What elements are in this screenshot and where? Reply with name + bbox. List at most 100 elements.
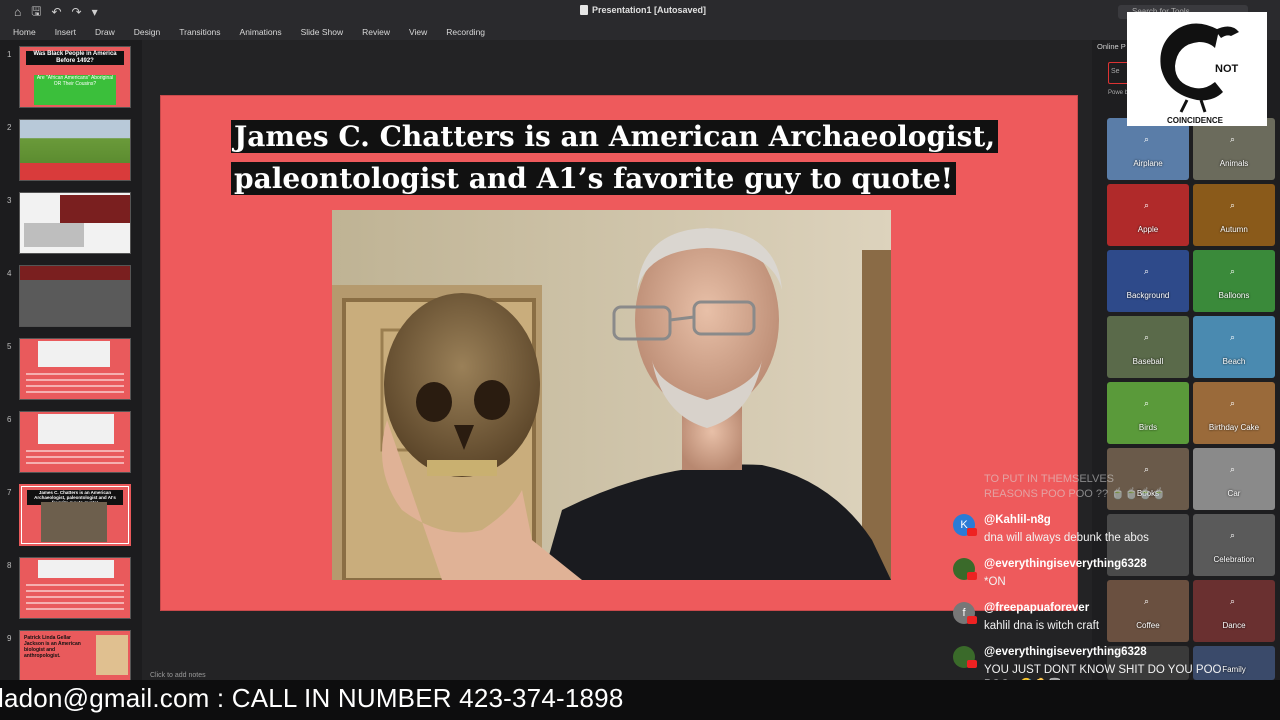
chat-username: @freepapuaforever [984,602,1090,614]
thumbnail-block [38,560,114,578]
category-tile-airplane[interactable]: ⌕ Airplane [1107,118,1189,180]
slide-number: 7 [7,488,12,497]
current-slide[interactable]: James C. Chatters is an American Archaeo… [160,95,1078,611]
tab-design[interactable]: Design [134,24,160,40]
slide-thumbnail[interactable] [19,265,131,327]
tab-home[interactable]: Home [13,24,36,40]
slide-thumbnail[interactable] [19,119,131,181]
category-tile-apple[interactable]: ⌕ Apple [1107,184,1189,246]
slide-thumbnail[interactable] [19,338,131,400]
thumbnail-text-line [26,596,124,598]
slide-thumbnail-selected[interactable]: James C. Chatters is an American Archaeo… [19,484,131,546]
customize-toolbar-icon[interactable]: ▾ [92,5,98,19]
tab-animations[interactable]: Animations [240,24,282,40]
notes-placeholder[interactable]: Click to add notes [150,672,206,679]
logo-line-2: A [1191,78,1198,88]
thumbnail-block [20,266,130,280]
search-icon: ⌕ [1230,398,1236,408]
search-icon: ⌕ [1230,332,1236,342]
slide-thumbnail[interactable] [19,411,131,473]
category-tile-baseball[interactable]: ⌕ Baseball [1107,316,1189,378]
thumbnail-row[interactable]: 1 Was Black People in America Before 149… [0,46,142,112]
tile-label: Birthday Cake [1208,423,1260,432]
save-icon[interactable]: 🖫 [31,2,41,23]
slide-thumbnail[interactable] [19,192,131,254]
category-tile-background[interactable]: ⌕ Background [1107,250,1189,312]
youtube-badge-icon [967,572,977,580]
chat-text: kahlil dna is witch craft [984,620,1100,632]
chat-username: @everythingiseverything6328 [984,646,1147,658]
slide-thumbnail[interactable]: Was Black People in America Before 1492?… [19,46,131,108]
category-tile-autumn[interactable]: ⌕ Autumn [1193,184,1275,246]
thumbnail-image [20,120,130,165]
category-tile-balloons[interactable]: ⌕ Balloons [1193,250,1275,312]
tab-insert[interactable]: Insert [55,24,76,40]
faded-line-2: REASONS POO POO ?? 🍵🍵🍵🍵 [984,488,1166,500]
bottom-banner: ladon@gmail.com : CALL IN NUMBER 423-374… [0,680,1280,720]
chat-username: @everythingiseverything6328 [984,558,1147,570]
thumbnail-row[interactable]: 2 [0,119,142,185]
thumbnail-block [60,195,130,223]
banner-contact-text: ladon@gmail.com : CALL IN NUMBER 423-374… [0,683,624,713]
thumbnail-title: Was Black People in America Before 1492? [26,51,124,65]
tile-label: Balloons [1218,291,1250,300]
thumbnail-text-line [26,590,124,592]
tab-slide-show[interactable]: Slide Show [301,24,344,40]
thumbnail-row[interactable]: 4 [0,265,142,331]
logo-line-1: NOT [1215,63,1239,75]
thumbnail-row[interactable]: 3 [0,192,142,258]
redo-icon[interactable]: ↷ [72,5,82,19]
slide-number: 5 [7,342,12,351]
slide-number: 9 [7,634,12,643]
slide-number: 3 [7,196,12,205]
chat-text: *ON [984,576,1006,588]
thumbnail-text-line [26,456,124,458]
thumbnail-text-line [26,462,124,464]
search-icon: ⌕ [1230,200,1236,210]
thumbnail-row[interactable]: 8 [0,557,142,623]
youtube-badge-icon [967,616,977,624]
tab-review[interactable]: Review [362,24,390,40]
tab-view[interactable]: View [409,24,427,40]
slide-title-line-2: paleontologist and A1’s favorite guy to … [231,162,957,195]
slide-number: 2 [7,123,12,132]
thumbnail-row[interactable]: 7 James C. Chatters is an American Archa… [0,484,142,550]
search-icon: ⌕ [1144,134,1150,144]
thumbnail-map [24,223,84,247]
thumbnail-row[interactable]: 9 Patrick Linda Gellar Jackson is an Ame… [0,630,142,680]
tile-label: Background [1126,291,1170,300]
tile-label: Airplane [1133,159,1163,168]
tile-label: Baseball [1132,357,1164,366]
thumbnail-text-line [26,379,124,381]
slide-title[interactable]: James C. Chatters is an American Archaeo… [231,116,1041,200]
thumbnail-block [38,341,110,367]
youtube-badge-icon [967,660,977,668]
ribbon-tabs: Home Insert Draw Design Transitions Anim… [0,24,1280,40]
tile-label: Beach [1222,357,1246,366]
category-tile-beach[interactable]: ⌕ Beach [1193,316,1275,378]
category-tile-birthday-cake[interactable]: ⌕ Birthday Cake [1193,382,1275,444]
channel-logo: NOT A COINCIDENCE [1127,12,1267,126]
search-icon: ⌕ [1230,266,1236,276]
search-icon: ⌕ [1144,596,1150,606]
photo-man-holding-skull [332,210,891,580]
undo-icon[interactable]: ↶ [51,5,61,19]
document-title-text: Presentation1 [Autosaved] [592,5,707,15]
thumbnail-row[interactable]: 6 [0,411,142,477]
slide-photo[interactable] [332,210,891,580]
thumbnail-subtitle: Are "African Americans" Aboriginal OR Th… [34,75,116,105]
thumbnail-row[interactable]: 5 [0,338,142,404]
slide-thumbnail[interactable]: Patrick Linda Gellar Jackson is an Ameri… [19,630,131,680]
tile-label: Celebration [1213,555,1255,564]
faded-line-1: TO PUT IN THEMSELVES [984,473,1114,485]
tab-transitions[interactable]: Transitions [179,24,220,40]
thumbnail-image [20,280,130,326]
slide-thumbnail-pane[interactable]: 1 Was Black People in America Before 149… [0,40,142,680]
tab-draw[interactable]: Draw [95,24,115,40]
tab-recording[interactable]: Recording [446,24,485,40]
home-icon[interactable]: ⌂ [14,5,21,19]
category-tile-animals[interactable]: ⌕ Animals [1193,118,1275,180]
chat-text: dna will always debunk the abos [984,532,1149,544]
category-tile-birds[interactable]: ⌕ Birds [1107,382,1189,444]
slide-thumbnail[interactable] [19,557,131,619]
